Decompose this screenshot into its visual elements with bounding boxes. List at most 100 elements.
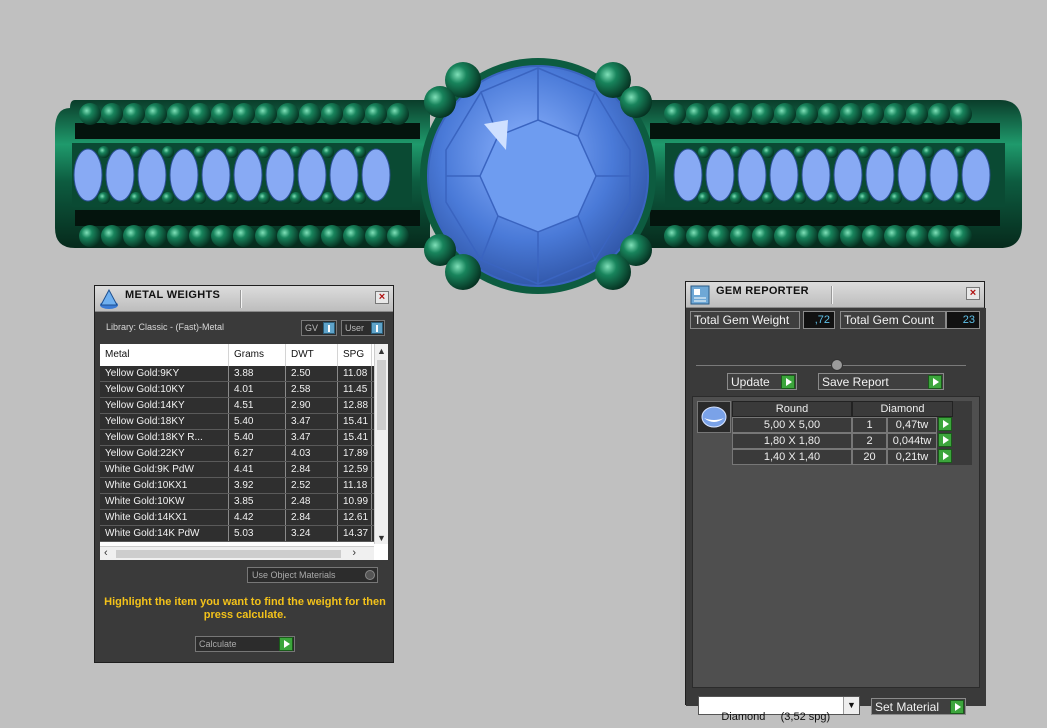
- gem-weight: 0,21tw: [887, 449, 937, 465]
- table-row[interactable]: White Gold:14K PdW 5.03 3.24 14.37: [100, 526, 388, 542]
- table-row[interactable]: Yellow Gold:9KY 3.88 2.50 11.08: [100, 366, 388, 382]
- table-row[interactable]: White Gold:10KX1 3.92 2.52 11.18: [100, 478, 388, 494]
- metal-table: Metal Grams DWT SPG Yellow Gold:9KY 3.88 2…: [100, 344, 388, 560]
- table-cell: 12.59: [338, 462, 372, 477]
- play-arrow-icon: [928, 375, 942, 389]
- table-cell: Yellow Gold:10KY: [100, 382, 229, 397]
- user-toggle[interactable]: User: [341, 320, 385, 336]
- divider-handle[interactable]: [831, 359, 843, 371]
- table-cell: White Gold:14KX1: [100, 510, 229, 525]
- gem-table-body: 5,00 X 5,00 1 0,47tw 1,80 X 1,80 2 0,044tw 1,4…: [732, 417, 972, 465]
- table-cell: 3.47: [286, 430, 338, 445]
- table-cell: Yellow Gold:18KY R...: [100, 430, 229, 445]
- shape-header: Round: [732, 401, 852, 417]
- gem-row[interactable]: 1,40 X 1,40 20 0,21tw: [732, 449, 972, 465]
- table-row[interactable]: Yellow Gold:10KY 4.01 2.58 11.45: [100, 382, 388, 398]
- table-cell: 5.40: [229, 414, 286, 429]
- material-select-value: Diamond (3,52 spg): [721, 711, 831, 723]
- table-cell: 3.88: [229, 366, 286, 381]
- table-row[interactable]: White Gold:14KX1 4.42 2.84 12.61: [100, 510, 388, 526]
- col-dwt[interactable]: DWT: [286, 344, 338, 366]
- metal-weights-titlebar[interactable]: METAL WEIGHTS ×: [95, 286, 393, 312]
- set-material-button[interactable]: Set Material: [871, 698, 966, 715]
- table-cell: 5.40: [229, 430, 286, 445]
- table-cell: Yellow Gold:9KY: [100, 366, 229, 381]
- gv-toggle[interactable]: GV: [301, 320, 337, 336]
- total-gem-count-value: 23: [946, 311, 980, 329]
- round-gem-icon: [697, 401, 731, 433]
- play-arrow-icon: [279, 637, 293, 651]
- metal-weights-panel: METAL WEIGHTS × Library: Classic - (Fast…: [94, 285, 394, 663]
- vertical-scrollbar[interactable]: ▲ ▼: [374, 344, 388, 544]
- table-cell: 3.24: [286, 526, 338, 541]
- table-row[interactable]: Yellow Gold:14KY 4.51 2.90 12.88: [100, 398, 388, 414]
- gem-reporter-panel: GEM REPORTER × Total Gem Weight ,72 Tota…: [685, 281, 986, 723]
- table-cell: 11.08: [338, 366, 372, 381]
- table-cell: White Gold:14K PdW: [100, 526, 229, 541]
- table-cell: 3.85: [229, 494, 286, 509]
- table-cell: 4.01: [229, 382, 286, 397]
- gem-row-go-button[interactable]: [937, 433, 953, 449]
- table-row[interactable]: Yellow Gold:22KY 6.27 4.03 17.89: [100, 446, 388, 462]
- scroll-right-icon[interactable]: ›: [352, 547, 356, 559]
- gem-row-go-button[interactable]: [937, 449, 953, 465]
- table-cell: Yellow Gold:14KY: [100, 398, 229, 413]
- col-grams[interactable]: Grams: [229, 344, 286, 366]
- table-row[interactable]: Yellow Gold:18KY R... 5.40 3.47 15.41: [100, 430, 388, 446]
- scroll-up-icon[interactable]: ▲: [377, 346, 386, 356]
- save-report-button[interactable]: Save Report: [818, 373, 944, 390]
- scroll-left-icon[interactable]: ‹: [104, 547, 108, 559]
- calculate-button[interactable]: Calculate: [195, 636, 295, 652]
- table-cell: 12.61: [338, 510, 372, 525]
- metal-table-header: Metal Grams DWT SPG: [100, 344, 388, 366]
- table-cell: 17.89: [338, 446, 372, 461]
- table-cell: Yellow Gold:22KY: [100, 446, 229, 461]
- table-cell: 11.18: [338, 478, 372, 493]
- update-button[interactable]: Update: [727, 373, 797, 390]
- table-cell: 3.92: [229, 478, 286, 493]
- gem-row-go-button[interactable]: [937, 417, 953, 433]
- table-cell: 6.27: [229, 446, 286, 461]
- table-cell: 4.51: [229, 398, 286, 413]
- table-cell: 2.52: [286, 478, 338, 493]
- col-spg[interactable]: SPG: [338, 344, 372, 366]
- save-report-label: Save Report: [822, 375, 889, 389]
- table-row[interactable]: Yellow Gold:18KY 5.40 3.47 15.41: [100, 414, 388, 430]
- scroll-thumb[interactable]: [377, 360, 386, 430]
- close-button[interactable]: ×: [375, 291, 389, 304]
- total-gem-weight-label: Total Gem Weight: [690, 311, 800, 329]
- gem-row[interactable]: 5,00 X 5,00 1 0,47tw: [732, 417, 972, 433]
- gem-reporter-title: GEM REPORTER: [716, 285, 809, 297]
- gem-count: 20: [852, 449, 887, 465]
- total-gem-count-label: Total Gem Count: [840, 311, 946, 329]
- table-row[interactable]: White Gold:10KW 3.85 2.48 10.99: [100, 494, 388, 510]
- scroll-thumb[interactable]: [116, 550, 341, 558]
- gem-count: 1: [852, 417, 887, 433]
- col-metal[interactable]: Metal: [100, 344, 229, 366]
- metal-weights-title: METAL WEIGHTS: [125, 289, 221, 301]
- table-row[interactable]: White Gold:9K PdW 4.41 2.84 12.59: [100, 462, 388, 478]
- table-cell: 5.03: [229, 526, 286, 541]
- use-object-materials-label: Use Object Materials: [252, 570, 336, 580]
- material-select[interactable]: Diamond (3,52 spg) ▼: [698, 696, 860, 723]
- chevron-down-icon[interactable]: ▼: [843, 697, 859, 714]
- play-arrow-icon: [938, 433, 952, 447]
- close-button[interactable]: ×: [966, 287, 980, 300]
- pyramid-icon: [97, 287, 121, 311]
- gem-weight: 0,044tw: [887, 433, 937, 449]
- gem-reporter-titlebar[interactable]: GEM REPORTER ×: [686, 282, 984, 308]
- table-cell: 15.41: [338, 414, 372, 429]
- use-object-materials-checkbox[interactable]: Use Object Materials: [247, 567, 378, 583]
- table-cell: 14.37: [338, 526, 372, 541]
- horizontal-scrollbar[interactable]: ‹ ›: [100, 546, 374, 560]
- gem-table: Round Diamond 5,00 X 5,00 1 0,47tw 1,80 X 1…: [732, 401, 972, 465]
- table-cell: Yellow Gold:18KY: [100, 414, 229, 429]
- gem-weight: 0,47tw: [887, 417, 937, 433]
- scroll-down-icon[interactable]: ▼: [377, 533, 386, 543]
- play-arrow-icon: [781, 375, 795, 389]
- gv-toggle-label: GV: [305, 323, 319, 333]
- ring-viewport[interactable]: [0, 0, 1047, 300]
- update-label: Update: [731, 375, 770, 389]
- gem-row[interactable]: 1,80 X 1,80 2 0,044tw: [732, 433, 972, 449]
- gem-count: 2: [852, 433, 887, 449]
